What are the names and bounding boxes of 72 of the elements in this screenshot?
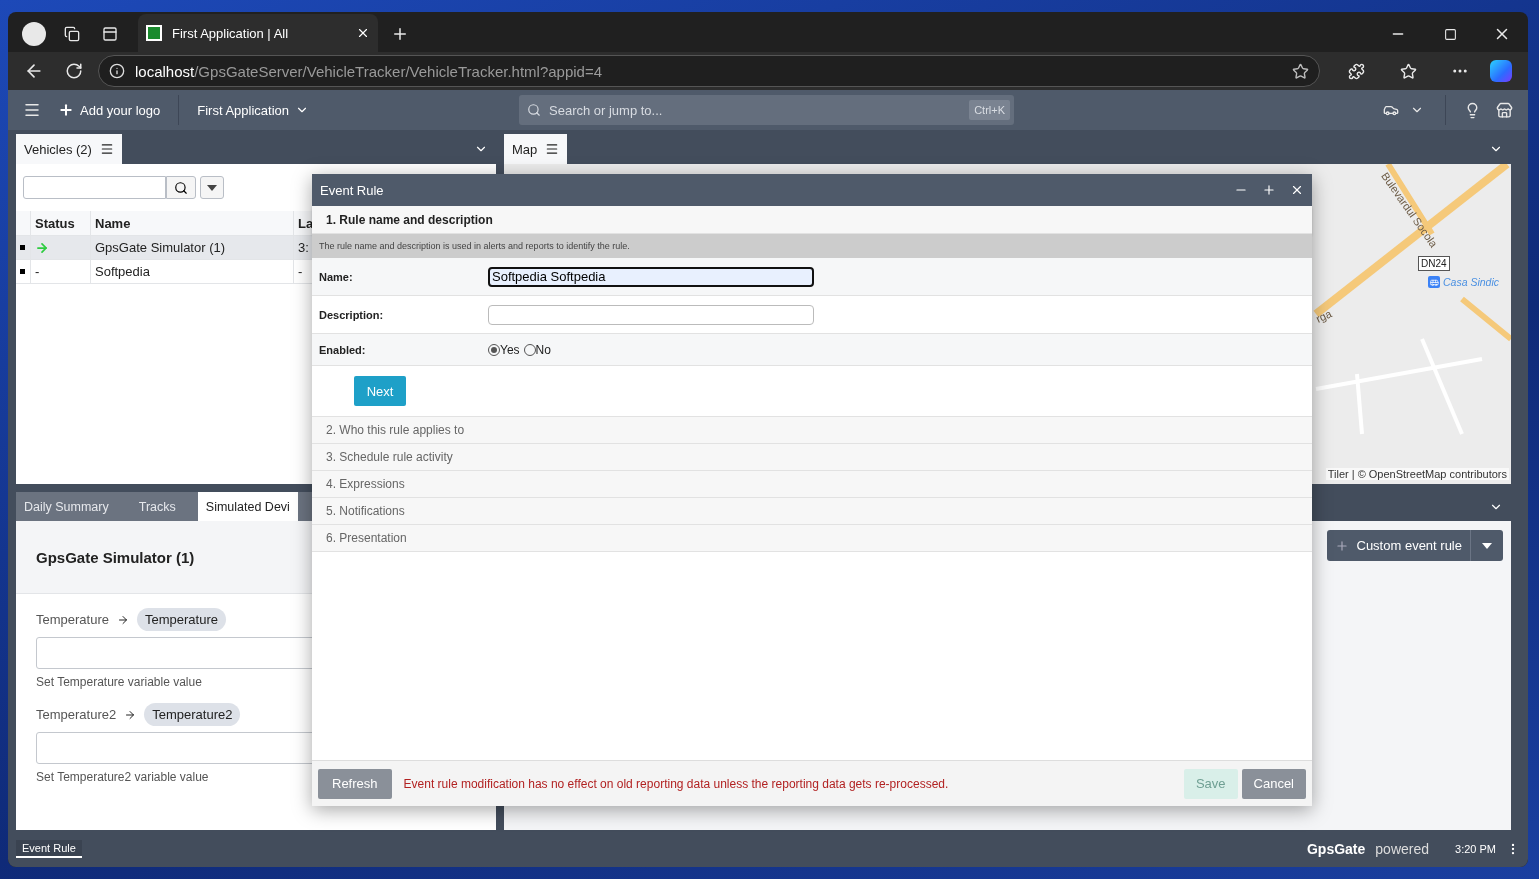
search-field[interactable] bbox=[23, 176, 166, 199]
field-hint: Set Temperature2 variable value bbox=[36, 770, 209, 784]
step-header[interactable]: 5. Notifications bbox=[312, 498, 1312, 525]
dropdown-button[interactable] bbox=[200, 176, 224, 199]
table-cell: GpsGate Simulator (1) bbox=[95, 240, 226, 255]
column-header[interactable]: Name bbox=[90, 211, 293, 235]
shortcut-hint: Ctrl+K bbox=[969, 100, 1010, 120]
poi-label: Casa Sindic bbox=[1443, 276, 1500, 288]
tab[interactable]: Tracks bbox=[130, 492, 184, 521]
info-icon[interactable] bbox=[109, 63, 125, 79]
close-icon[interactable] bbox=[1290, 183, 1304, 197]
clock-time: 3:20 PM bbox=[1455, 843, 1496, 855]
powered-label: powered bbox=[1375, 841, 1430, 857]
tab-title: First Application | All bbox=[172, 25, 290, 41]
search-icon bbox=[174, 180, 188, 195]
field-label: Enabled: bbox=[318, 343, 367, 356]
table-cell: 3: bbox=[298, 240, 309, 255]
tab[interactable]: Daily Summary bbox=[16, 492, 117, 521]
step-header[interactable]: 1. Rule name and description bbox=[312, 206, 1312, 234]
map-label: rga bbox=[1314, 307, 1334, 325]
radio-option[interactable]: Yes bbox=[488, 342, 520, 357]
radio-option[interactable]: No bbox=[523, 342, 551, 357]
tab[interactable]: Simulated Devi bbox=[197, 492, 298, 521]
column-header[interactable]: Status bbox=[30, 211, 90, 235]
panel-tab[interactable]: Vehicles (2) bbox=[16, 134, 122, 164]
name-field[interactable]: Softpedia Softpedia bbox=[488, 266, 814, 287]
menu-icon[interactable] bbox=[545, 142, 560, 156]
menu-icon[interactable] bbox=[99, 142, 114, 156]
taskbar-tab[interactable]: Event Rule bbox=[16, 840, 82, 858]
description-field[interactable] bbox=[488, 304, 814, 325]
map-attribution: Tiler | © OpenStreetMap contributors bbox=[1325, 468, 1509, 480]
plus-icon bbox=[1334, 538, 1349, 553]
search-icon bbox=[527, 103, 541, 117]
brand-logo: GpsGate bbox=[1306, 841, 1366, 857]
road-shield: DN24 bbox=[1418, 256, 1450, 271]
dialog-title: Event Rule bbox=[320, 182, 385, 198]
step-header[interactable]: 6. Presentation bbox=[312, 525, 1312, 552]
split-button[interactable]: Custom event rule bbox=[1326, 530, 1503, 561]
step-header[interactable]: 4. Expressions bbox=[312, 471, 1312, 498]
close-icon[interactable] bbox=[356, 26, 370, 40]
field-hint: Set Temperature variable value bbox=[36, 675, 202, 689]
add-logo-button[interactable]: Add your logo bbox=[48, 90, 171, 130]
search-input[interactable]: Search or jump to... bbox=[547, 101, 964, 119]
row-marker bbox=[20, 245, 25, 250]
table-cell: Softpedia bbox=[95, 264, 150, 279]
panel-tab[interactable]: Map bbox=[504, 134, 568, 164]
arrow-icon bbox=[117, 613, 129, 626]
app-menu-button[interactable]: First Application bbox=[187, 90, 319, 130]
hint-text: The rule name and description is used in alerts and reports to identify the rule. bbox=[312, 234, 1312, 258]
row-marker bbox=[20, 269, 25, 274]
field-label: Description: bbox=[318, 308, 385, 321]
star-icon[interactable] bbox=[1292, 62, 1309, 80]
custom-rule-button[interactable]: Custom event rule bbox=[1326, 530, 1471, 561]
bus-icon bbox=[1428, 276, 1440, 288]
table-cell: - bbox=[298, 264, 303, 279]
variable-chip: Temperature2 bbox=[144, 703, 241, 726]
plus-icon bbox=[58, 102, 74, 118]
copilot-icon[interactable] bbox=[1490, 60, 1512, 82]
search-button[interactable] bbox=[166, 176, 196, 199]
warning-message: Event rule modification has no effect on old reporting data unless the reporting data gets re-processed. bbox=[403, 776, 950, 791]
field-label: Name: bbox=[318, 270, 354, 283]
arrow-icon bbox=[124, 708, 137, 721]
step-header[interactable]: 3. Schedule rule activity bbox=[312, 444, 1312, 471]
variable-chip: Temperature bbox=[137, 608, 226, 631]
address-bar[interactable]: localhost/GpsGateServer/VehicleTracker/VehicleTracker.html?appid=4 bbox=[98, 55, 1320, 87]
variable-label: Temperature bbox=[36, 612, 109, 627]
variable-label: Temperature2 bbox=[36, 707, 117, 722]
favicon-icon bbox=[146, 25, 162, 41]
step-header[interactable]: 2. Who this rule applies to bbox=[312, 417, 1312, 444]
table-cell: - bbox=[35, 264, 40, 279]
url-text: localhost/GpsGateServer/VehicleTracker/VehicleTracker.html?appid=4 bbox=[135, 62, 604, 80]
browser-tab[interactable]: First Application | All bbox=[138, 14, 378, 52]
